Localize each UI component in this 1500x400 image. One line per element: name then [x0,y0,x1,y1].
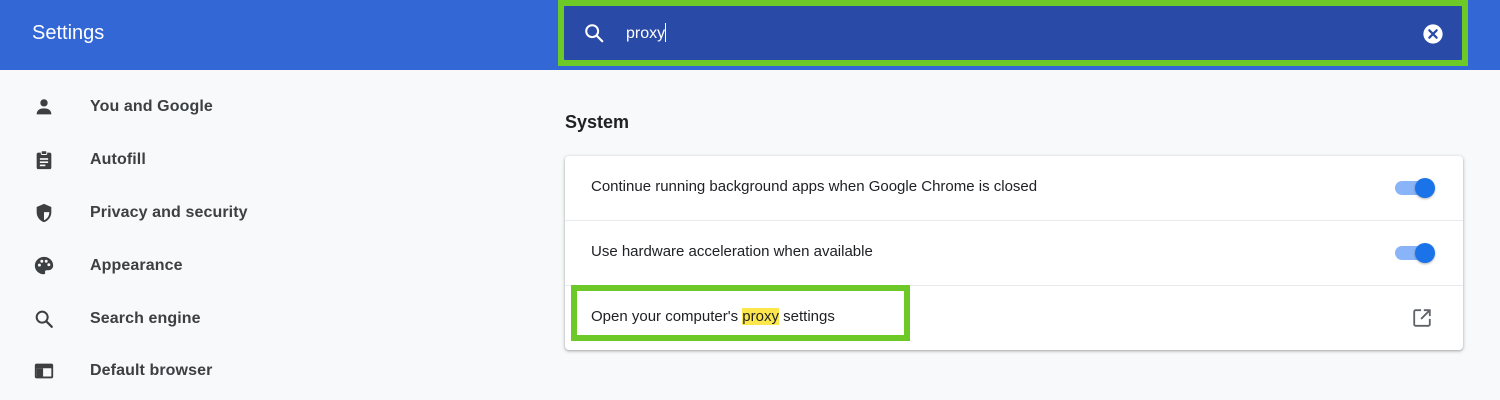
sidebar-item-label: You and Google [90,98,213,115]
search-input[interactable]: proxy [626,23,667,43]
text-caret [665,23,667,42]
proxy-row-annotation-outline [571,285,910,341]
sidebar-item-default-browser[interactable]: Default browser [0,352,300,392]
setting-label: Use hardware acceleration when available [591,243,873,260]
search-input-value: proxy [626,25,666,42]
setting-row-hardware-acceleration[interactable]: Use hardware acceleration when available [565,220,1463,284]
shield-icon [33,202,55,224]
sidebar-item-label: Autofill [90,151,146,168]
open-in-new-icon[interactable] [1411,307,1433,329]
sidebar-item-privacy-and-security[interactable]: Privacy and security [0,194,300,234]
sidebar-item-label: Privacy and security [90,204,248,221]
browser-window-icon [33,360,55,382]
setting-row-background-apps[interactable]: Continue running background apps when Go… [565,156,1463,220]
toggle-knob [1415,243,1435,263]
hardware-acceleration-toggle[interactable] [1393,243,1435,263]
palette-icon [33,255,55,277]
background-apps-toggle[interactable] [1393,178,1435,198]
sidebar-item-search-engine[interactable]: Search engine [0,300,300,340]
search-box[interactable]: proxy [564,6,1462,60]
sidebar-item-autofill[interactable]: Autofill [0,141,300,181]
section-title-system: System [565,112,630,132]
sidebar-item-label: Search engine [90,310,201,327]
setting-label: Continue running background apps when Go… [591,178,1038,195]
search-icon [33,308,55,330]
clipboard-icon [33,149,55,171]
toggle-knob [1415,178,1435,198]
sidebar-item-you-and-google[interactable]: You and Google [0,88,300,128]
person-icon [33,96,55,118]
search-icon [583,22,605,44]
clear-search-icon[interactable] [1422,23,1444,45]
sidebar-item-label: Appearance [90,257,183,274]
sidebar-item-label: Default browser [90,362,213,379]
page-title: Settings [32,22,105,44]
sidebar-item-appearance[interactable]: Appearance [0,247,300,287]
